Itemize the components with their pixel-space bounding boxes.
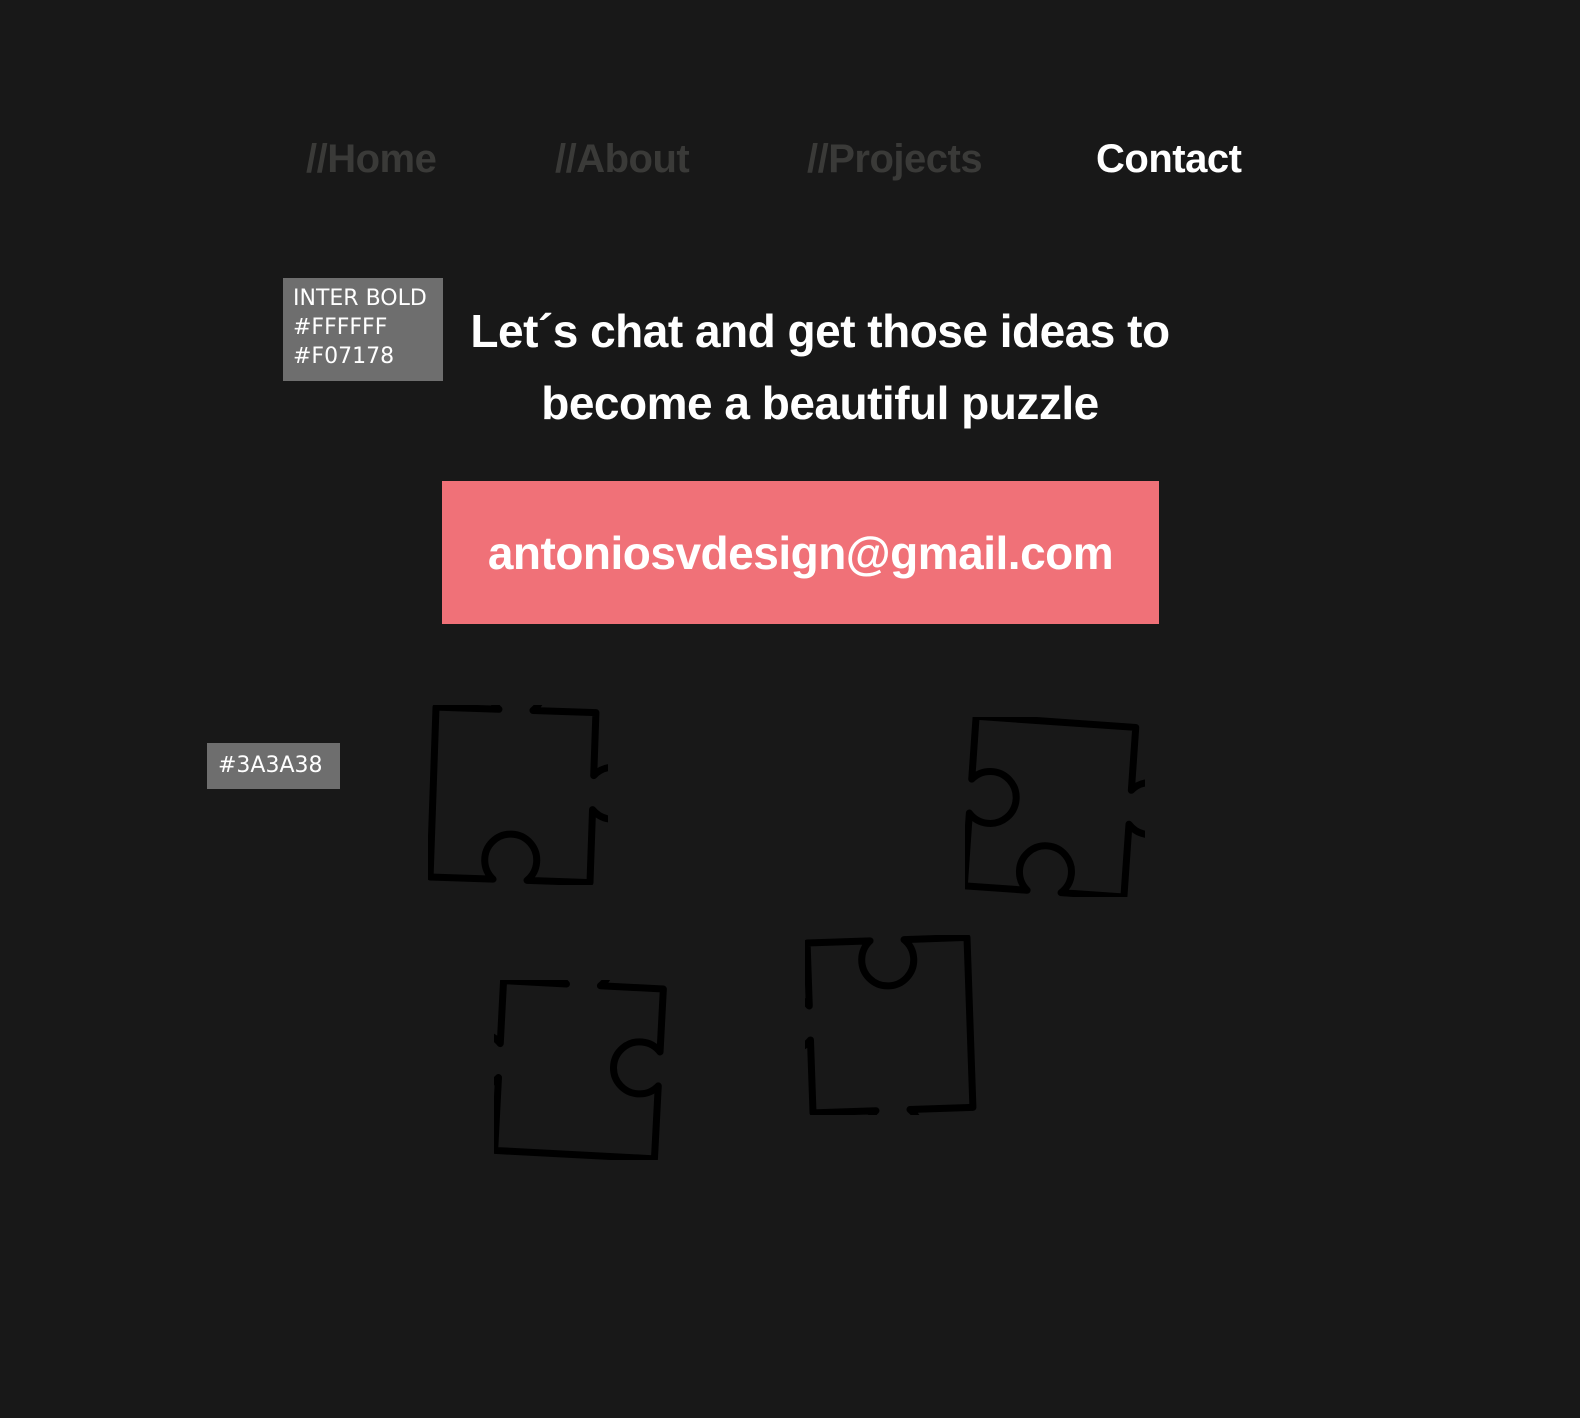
nav-contact-link[interactable]: Contact	[1096, 134, 1242, 184]
style-annotation-color-accent: #F07178	[293, 344, 395, 369]
color-annotation-value: #3A3A38	[218, 753, 323, 778]
email-address: antoniosvdesign@gmail.com	[487, 526, 1114, 579]
style-annotation-color-white: #FFFFFF	[293, 315, 388, 340]
email-button[interactable]: antoniosvdesign@gmail.com	[442, 481, 1159, 624]
page-headline: Let´s chat and get those ideas to become…	[420, 295, 1220, 439]
puzzle-piece-icon	[428, 705, 608, 885]
color-annotation: #3A3A38	[207, 743, 340, 789]
nav-projects-link[interactable]: //Projects	[807, 134, 983, 184]
style-annotation: INTER BOLD #FFFFFF #F07178	[283, 278, 443, 381]
nav-home-link[interactable]: //Home	[306, 134, 437, 184]
puzzle-piece-icon	[494, 980, 667, 1160]
puzzle-piece-icon	[805, 935, 977, 1115]
headline-line-2: become a beautiful puzzle	[541, 377, 1099, 429]
nav-about-link[interactable]: //About	[555, 134, 690, 184]
headline-line-1: Let´s chat and get those ideas to	[470, 305, 1170, 357]
style-annotation-font: INTER BOLD	[293, 286, 427, 311]
puzzle-piece-icon	[965, 717, 1145, 897]
